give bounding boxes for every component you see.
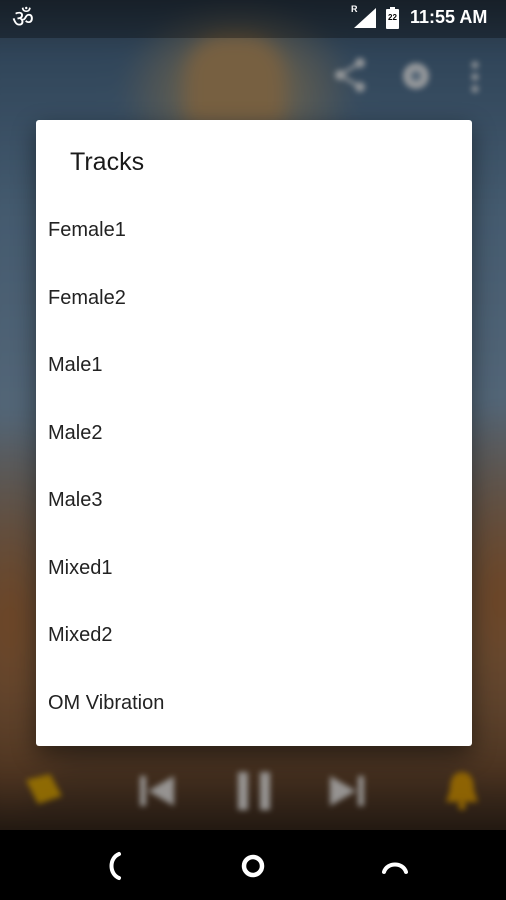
track-list: Female1 Female2 Male1 Male2 Male3 Mixed1… — [36, 197, 472, 737]
battery-level: 22 — [388, 13, 397, 22]
track-item-mixed1[interactable]: Mixed1 — [36, 535, 472, 603]
om-icon: ॐ — [12, 5, 34, 33]
track-item-mixed2[interactable]: Mixed2 — [36, 602, 472, 670]
home-icon[interactable] — [235, 848, 271, 884]
navigation-bar — [0, 830, 506, 900]
track-item-om-vibration[interactable]: OM Vibration — [36, 670, 472, 738]
track-item-male3[interactable]: Male3 — [36, 467, 472, 535]
track-item-male1[interactable]: Male1 — [36, 332, 472, 400]
back-icon[interactable] — [97, 848, 133, 884]
status-bar: ॐ R 22 11:55 AM — [0, 0, 506, 38]
track-item-female2[interactable]: Female2 — [36, 265, 472, 333]
tracks-dialog: Tracks Female1 Female2 Male1 Male2 Male3… — [36, 120, 472, 746]
track-item-female1[interactable]: Female1 — [36, 197, 472, 265]
dialog-title: Tracks — [70, 148, 145, 176]
recents-icon[interactable] — [377, 848, 413, 884]
clock: 11:55 AM — [410, 7, 488, 27]
signal-icon — [354, 8, 376, 28]
track-item-male2[interactable]: Male2 — [36, 400, 472, 468]
